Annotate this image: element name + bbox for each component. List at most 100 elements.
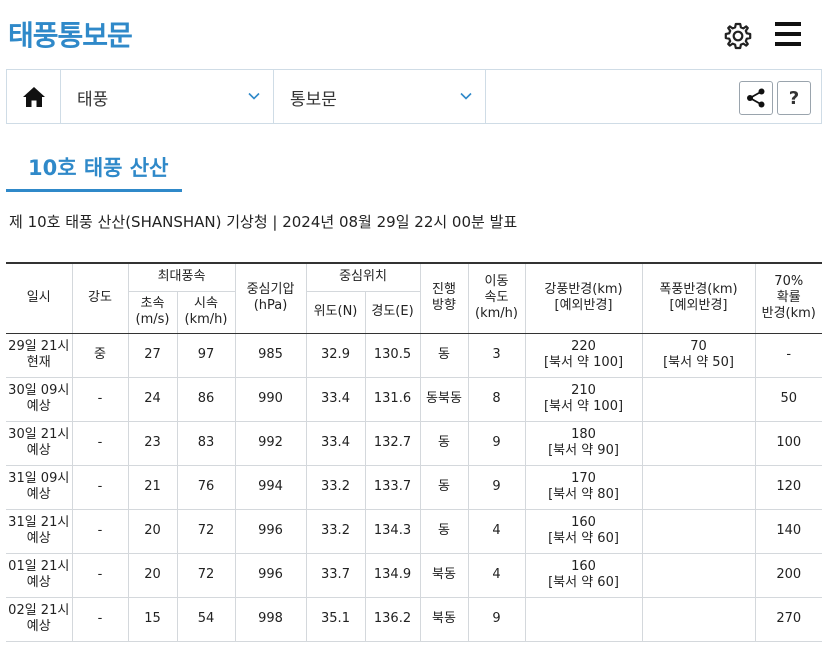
table-row: 30일 09시 예상 - 24 86 990 33.4 131.6 동북동 8 2…: [6, 376, 822, 422]
cell-wind-kmh: 76: [176, 464, 236, 510]
header-intensity: 강도: [71, 262, 129, 334]
header-storm-radius: 폭풍반경(km) [예외반경]: [641, 262, 756, 334]
cell-speed: 4: [467, 508, 526, 554]
cell-wind-ms: 24: [127, 376, 178, 422]
cell-lon: 134.3: [364, 508, 421, 554]
cell-intensity: -: [71, 552, 129, 598]
cell-pressure: 994: [234, 464, 307, 510]
chevron-down-icon: [248, 92, 260, 100]
header-lat: 위도(N): [305, 290, 366, 334]
cell-lat: 35.1: [305, 596, 366, 642]
header-date: 일시: [6, 262, 73, 334]
menu-hamburger-icon[interactable]: [773, 20, 803, 48]
cell-prob-radius: 100: [754, 420, 822, 466]
cell-wind-kmh: 86: [176, 376, 236, 422]
header-wind-ms: 초속 (m/s): [128, 290, 178, 334]
cell-direction: 동: [419, 464, 469, 510]
table-row: 02일 21시 예상 - 15 54 998 35.1 136.2 북동 9 27…: [6, 596, 822, 642]
cell-lat: 33.2: [305, 508, 366, 554]
cell-storm-radius: 70 [북서 약 50]: [641, 332, 756, 378]
cell-prob-radius: 140: [754, 508, 822, 554]
header-pressure: 중심기압 (hPa): [234, 262, 307, 334]
cell-lat: 33.2: [305, 464, 366, 510]
navigation-bar: 태풍 통보문 ?: [6, 69, 822, 124]
cell-direction: 북동: [419, 596, 469, 642]
cell-wind-ms: 15: [127, 596, 178, 642]
cell-lon: 133.7: [364, 464, 421, 510]
tab-typhoon-10[interactable]: 10호 태풍 산산: [6, 140, 182, 192]
cell-direction: 동북동: [419, 376, 469, 422]
cell-wind-kmh: 72: [176, 508, 236, 554]
cell-date: 31일 21시 예상: [6, 508, 73, 554]
share-icon: [747, 88, 765, 108]
category-select[interactable]: 태풍: [61, 70, 274, 123]
cell-pressure: 990: [234, 376, 307, 422]
header-max-wind: 최대풍속: [127, 262, 236, 292]
cell-storm-radius: [641, 508, 756, 554]
tab-label: 10호 태풍 산산: [28, 156, 169, 180]
cell-direction: 동: [419, 332, 469, 378]
cell-lon: 132.7: [364, 420, 421, 466]
settings-gear-icon[interactable]: [722, 20, 754, 52]
help-button[interactable]: ?: [777, 81, 811, 115]
cell-wind-ms: 21: [127, 464, 178, 510]
cell-pressure: 996: [234, 552, 307, 598]
cell-lon: 136.2: [364, 596, 421, 642]
category-select-label: 태풍: [77, 90, 109, 110]
cell-pressure: 998: [234, 596, 307, 642]
tab-active-underline: [6, 189, 182, 192]
cell-prob-radius: 50: [754, 376, 822, 422]
cell-wind-ms: 20: [127, 552, 178, 598]
subcategory-select[interactable]: 통보문: [274, 70, 486, 123]
cell-wind-ms: 23: [127, 420, 178, 466]
cell-strong-radius: [524, 596, 643, 642]
cell-storm-radius: [641, 376, 756, 422]
header-probability-radius: 70% 확률 반경(km): [754, 262, 822, 334]
cell-speed: 9: [467, 596, 526, 642]
table-row: 01일 21시 예상 - 20 72 996 33.7 134.9 북동 4 16…: [6, 552, 822, 598]
cell-date: 30일 21시 예상: [6, 420, 73, 466]
cell-storm-radius: [641, 420, 756, 466]
app-title: 태풍통보문: [8, 19, 133, 52]
home-button[interactable]: [7, 70, 61, 123]
cell-direction: 동: [419, 420, 469, 466]
cell-wind-kmh: 83: [176, 420, 236, 466]
bulletin-subtitle: 제 10호 태풍 산산(SHANSHAN) 기상청 | 2024년 08월 29…: [9, 213, 518, 231]
cell-wind-kmh: 54: [176, 596, 236, 642]
header-position: 중심위치: [305, 262, 421, 292]
cell-lat: 32.9: [305, 332, 366, 378]
header-wind-kmh: 시속 (km/h): [176, 290, 236, 334]
header-strong-wind-radius: 강풍반경(km) [예외반경]: [524, 262, 643, 334]
cell-storm-radius: [641, 552, 756, 598]
cell-direction: 동: [419, 508, 469, 554]
cell-prob-radius: 200: [754, 552, 822, 598]
header-lon: 경도(E): [364, 290, 420, 334]
cell-strong-radius: 160 [북서 약 60]: [524, 552, 643, 598]
cell-lat: 33.7: [305, 552, 366, 598]
cell-storm-radius: [641, 596, 756, 642]
cell-wind-kmh: 72: [176, 552, 236, 598]
table-row: 31일 21시 예상 - 20 72 996 33.2 134.3 동 4 160…: [6, 508, 822, 554]
cell-wind-ms: 20: [127, 508, 178, 554]
cell-lon: 131.6: [364, 376, 421, 422]
cell-speed: 4: [467, 552, 526, 598]
cell-strong-radius: 160 [북서 약 60]: [524, 508, 643, 554]
header-direction: 진행 방향: [419, 262, 469, 334]
cell-speed: 8: [467, 376, 526, 422]
cell-strong-radius: 210 [북서 약 100]: [524, 376, 643, 422]
cell-wind-ms: 27: [127, 332, 178, 378]
cell-intensity: -: [71, 420, 129, 466]
cell-strong-radius: 180 [북서 약 90]: [524, 420, 643, 466]
chevron-down-icon: [460, 92, 472, 100]
cell-strong-radius: 220 [북서 약 100]: [524, 332, 643, 378]
cell-direction: 북동: [419, 552, 469, 598]
cell-date: 01일 21시 예상: [6, 552, 73, 598]
share-button[interactable]: [739, 81, 773, 115]
table-row: 31일 09시 예상 - 21 76 994 33.2 133.7 동 9 170…: [6, 464, 822, 510]
cell-intensity: -: [71, 596, 129, 642]
cell-speed: 9: [467, 464, 526, 510]
help-icon: ?: [788, 87, 800, 109]
cell-lat: 33.4: [305, 420, 366, 466]
table-row: 29일 21시 현재 중 27 97 985 32.9 130.5 동 3 220…: [6, 332, 822, 378]
cell-date: 29일 21시 현재: [6, 332, 73, 378]
